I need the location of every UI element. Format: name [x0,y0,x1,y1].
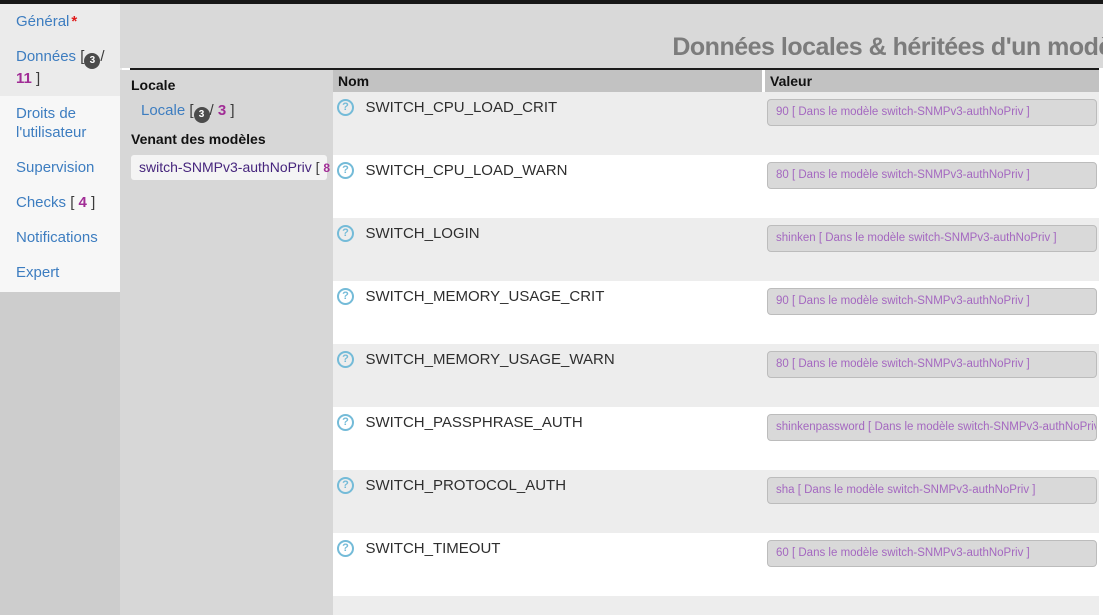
sidebar-item-label: Checks [16,194,66,211]
sidebar-item-label: Général [16,13,69,30]
variable-name: SWITCH_CPU_LOAD_CRIT [365,99,557,116]
bracket-close: ] [230,102,234,119]
help-icon[interactable]: ? [337,477,354,494]
local-section-header: Locale [131,76,333,94]
variable-name: SWITCH_MEMORY_USAGE_CRIT [365,288,604,305]
help-icon[interactable]: ? [337,225,354,242]
value-input[interactable]: 90 [ Dans le modèle switch-SNMPv3-authNo… [767,288,1097,315]
value-input[interactable]: 80 [ Dans le modèle switch-SNMPv3-authNo… [767,162,1097,189]
slash: / [210,102,214,119]
models-section-header: Venant des modèles [131,130,333,148]
bracket-close: ] [36,70,40,87]
table-header: Nom Valeur [333,70,1099,92]
value-input[interactable]: shinkenpassword [ Dans le modèle switch-… [767,414,1097,441]
variables-table: Nom Valeur ? SWITCH_CPU_LOAD_CRIT 90 [ D… [333,70,1099,615]
table-row: ? SWITCH_PROTOCOL_AUTH sha [ Dans le mod… [333,470,1099,533]
sidebar-item-expert[interactable]: Expert [0,255,120,290]
total-count: 3 [218,102,226,119]
data-source-panel: Locale Locale [3/ 3 ] Venant des modèles… [120,70,333,615]
total-count: 11 [16,70,32,87]
value-input[interactable]: 60 [ Dans le modèle switch-SNMPv3-authNo… [767,540,1097,567]
model-count: 8 [323,161,330,175]
column-header-nom: Nom [333,70,762,92]
help-icon[interactable]: ? [337,99,354,116]
bracket-open: [ [316,159,320,175]
sidebar: Général* Données [3/ 11 ] Droits de l'ut… [0,4,120,615]
sidebar-item-droits[interactable]: Droits de l'utilisateur [0,96,120,150]
value-input[interactable]: sha [ Dans le modèle switch-SNMPv3-authN… [767,477,1097,504]
help-icon[interactable]: ? [337,351,354,368]
sidebar-item-donnees[interactable]: Données [3/ 11 ] [0,39,122,96]
table-row: ? SWITCH_TIMEOUT 60 [ Dans le modèle swi… [333,533,1099,596]
slash: / [100,48,104,65]
total-count: 4 [79,194,87,211]
help-icon[interactable]: ? [337,288,354,305]
sidebar-item-general[interactable]: Général* [0,4,122,39]
sidebar-item-notifications[interactable]: Notifications [0,220,120,255]
bracket-open: [ [189,102,193,119]
table-row: ? SWITCH_CPU_LOAD_WARN 80 [ Dans le modè… [333,155,1099,218]
value-input[interactable]: shinken [ Dans le modèle switch-SNMPv3-a… [767,225,1097,252]
sidebar-item-label: Notifications [16,229,98,246]
value-input[interactable]: 90 [ Dans le modèle switch-SNMPv3-authNo… [767,99,1097,126]
sidebar-item-supervision[interactable]: Supervision [0,150,120,185]
count-badge: 3 [194,107,210,123]
right-gutter [1099,70,1103,615]
variable-name: SWITCH_PROTOCOL_AUTH [365,477,566,494]
table-row: ? SWITCH_MEMORY_USAGE_WARN 80 [ Dans le … [333,344,1099,407]
sidebar-item-label: Expert [16,264,59,281]
value-input[interactable]: 80 [ Dans le modèle switch-SNMPv3-authNo… [767,351,1097,378]
column-header-valeur: Valeur [762,70,1099,92]
panel-link-locale[interactable]: Locale [3/ 3 ] [141,101,333,123]
sidebar-item-label: Droits de l'utilisateur [16,105,86,141]
variable-name: SWITCH_LOGIN [365,225,479,242]
required-marker: * [71,13,77,30]
sidebar-item-label: Données [16,48,76,65]
help-icon[interactable]: ? [337,162,354,179]
table-row: ? SWITCH_MEMORY_USAGE_CRIT 90 [ Dans le … [333,281,1099,344]
bracket-close: ] [91,194,95,211]
model-label: switch-SNMPv3-authNoPriv [139,159,312,175]
table-row: ? SWITCH_LOGIN shinken [ Dans le modèle … [333,218,1099,281]
table-row: ? SWITCH_CPU_LOAD_CRIT 90 [ Dans le modè… [333,92,1099,155]
variable-name: SWITCH_PASSPHRASE_AUTH [365,414,582,431]
table-filler-row [333,596,1099,615]
table-row: ? SWITCH_PASSPHRASE_AUTH shinkenpassword… [333,407,1099,470]
help-icon[interactable]: ? [337,414,354,431]
table-body: ? SWITCH_CPU_LOAD_CRIT 90 [ Dans le modè… [333,92,1099,596]
count-badge: 3 [84,53,100,69]
variable-name: SWITCH_TIMEOUT [365,540,500,557]
sidebar-item-checks[interactable]: Checks [ 4 ] [0,185,120,220]
bracket-open: [ [70,194,74,211]
sidebar-tabs: Général* Données [3/ 11 ] Droits de l'ut… [0,4,120,292]
help-icon[interactable]: ? [337,540,354,557]
panel-link-label: Locale [141,102,185,119]
page-header: Données locales & héritées d'un modèle [120,4,1103,68]
page-title: Données locales & héritées d'un modèle [672,33,1103,62]
variable-name: SWITCH_MEMORY_USAGE_WARN [365,351,614,368]
app-window: Général* Données [3/ 11 ] Droits de l'ut… [0,0,1103,615]
panel-item-model-switch-snmpv3[interactable]: switch-SNMPv3-authNoPriv [ 8 ] [131,155,327,180]
sidebar-item-label: Supervision [16,159,94,176]
variable-name: SWITCH_CPU_LOAD_WARN [365,162,567,179]
